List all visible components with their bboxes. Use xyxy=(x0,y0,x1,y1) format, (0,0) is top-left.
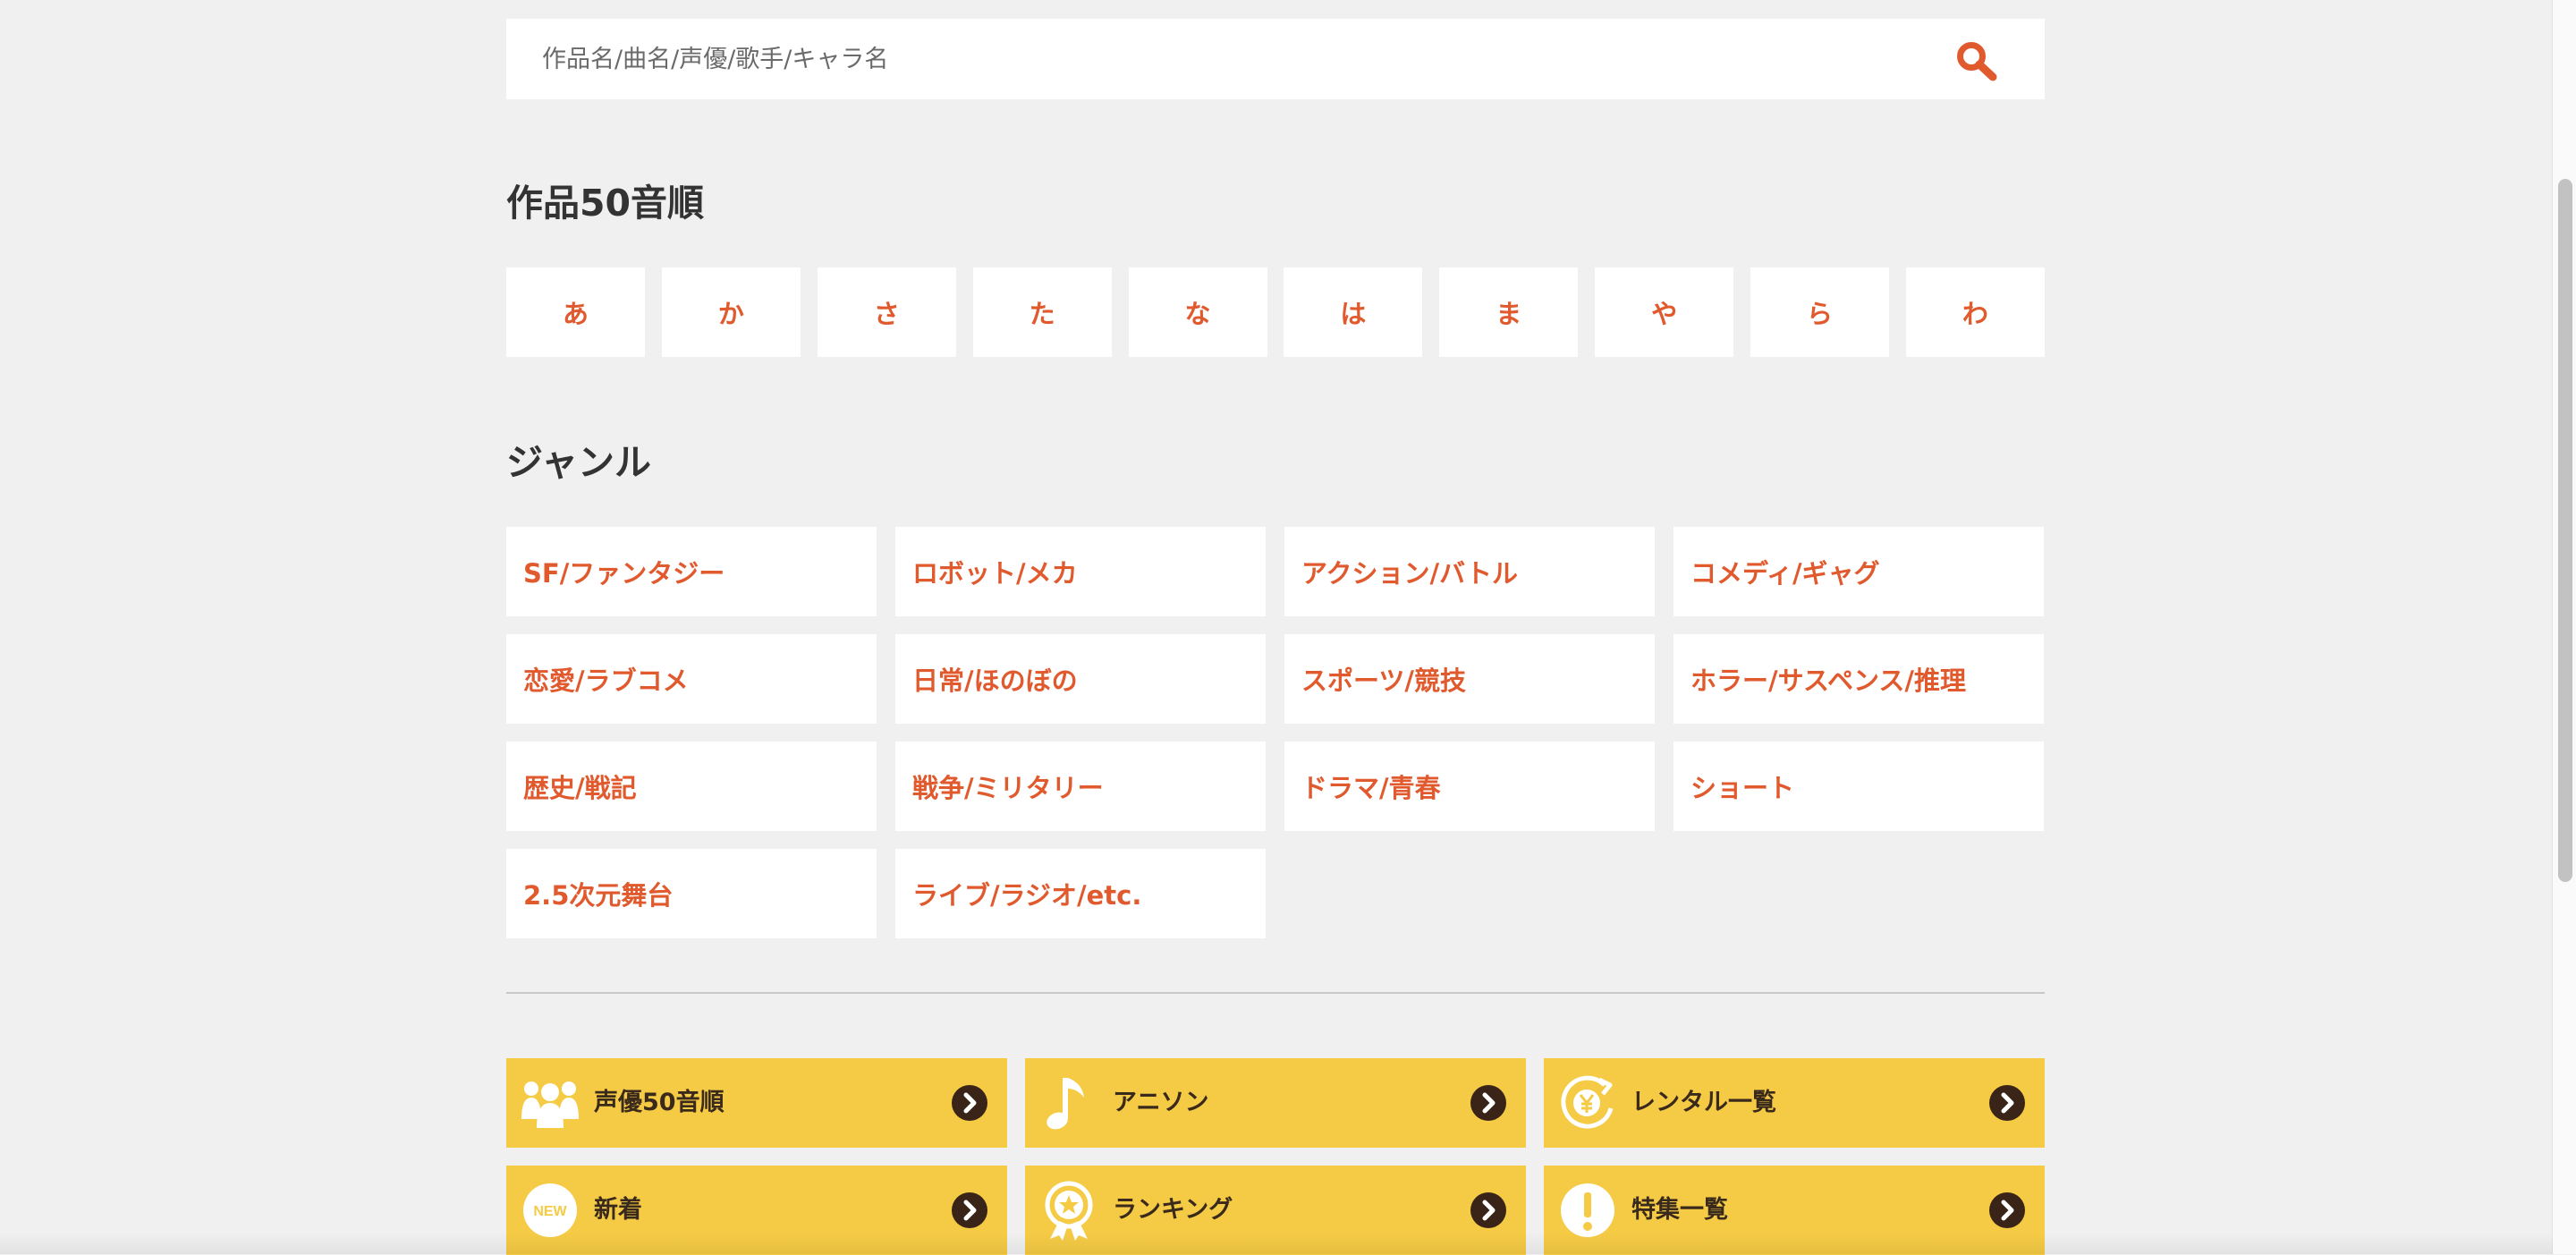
genre-button[interactable]: 戦争/ミリタリー xyxy=(895,742,1266,831)
feature-label: レンタル一覧 xyxy=(1631,1089,1776,1116)
chevron-right-icon xyxy=(952,1085,987,1121)
search-box xyxy=(506,19,2045,99)
genre-button[interactable]: アクション/バトル xyxy=(1284,527,1655,616)
section-divider xyxy=(506,992,2045,994)
genre-button[interactable]: ホラー/サスペンス/推理 xyxy=(1674,634,2044,724)
ranking-medal-icon xyxy=(1045,1181,1093,1241)
genre-button[interactable]: 日常/ほのぼの xyxy=(895,634,1266,724)
rental-list-link[interactable]: レンタル一覧 xyxy=(1544,1058,2045,1148)
genre-grid: SF/ファンタジー ロボット/メカ アクション/バトル コメディ/ギャグ 恋愛/… xyxy=(506,527,2045,938)
feature-label: アニソン xyxy=(1113,1089,1209,1116)
anison-link[interactable]: アニソン xyxy=(1025,1058,1526,1148)
feature-label: 声優50音順 xyxy=(594,1089,724,1116)
genre-button[interactable]: スポーツ/競技 xyxy=(1284,634,1655,724)
voice-actors-icon xyxy=(521,1081,579,1128)
genre-button[interactable]: 恋愛/ラブコメ xyxy=(506,634,877,724)
feature-label: ランキング xyxy=(1113,1196,1233,1224)
kana-button[interactable]: わ xyxy=(1905,267,2045,357)
kana-button[interactable]: あ xyxy=(506,267,645,357)
kana-section-title: 作品50音順 xyxy=(506,182,705,225)
genre-button[interactable]: 2.5次元舞台 xyxy=(506,849,877,938)
svg-text:NEW: NEW xyxy=(533,1204,567,1219)
genre-button[interactable]: ライブ/ラジオ/etc. xyxy=(895,849,1266,938)
kana-button[interactable]: ま xyxy=(1439,267,1579,357)
chevron-right-icon xyxy=(1470,1085,1506,1121)
exclamation-icon xyxy=(1561,1183,1614,1237)
kana-button[interactable]: な xyxy=(1128,267,1267,357)
new-badge-icon: NEW xyxy=(523,1183,577,1237)
music-note-icon xyxy=(1046,1078,1084,1130)
genre-button[interactable]: ショート xyxy=(1674,742,2044,831)
kana-button[interactable]: さ xyxy=(817,267,956,357)
genre-button[interactable]: コメディ/ギャグ xyxy=(1674,527,2044,616)
genre-button[interactable]: ロボット/メカ xyxy=(895,527,1266,616)
genre-button[interactable]: ドラマ/青春 xyxy=(1284,742,1655,831)
genre-button[interactable]: SF/ファンタジー xyxy=(506,527,877,616)
scrollbar-thumb[interactable] xyxy=(2558,179,2572,882)
scrollbar-track[interactable] xyxy=(2552,0,2576,1254)
feature-label: 新着 xyxy=(594,1196,642,1224)
kana-button[interactable]: は xyxy=(1284,267,1423,357)
search-icon[interactable] xyxy=(1955,40,1998,81)
feature-links: 声優50音順 アニソン レンタル一覧 NEW 新着 ランキング 特集一覧 xyxy=(506,1058,2045,1255)
genre-button[interactable]: 歴史/戦記 xyxy=(506,742,877,831)
kana-button[interactable]: た xyxy=(972,267,1112,357)
kana-button[interactable]: か xyxy=(661,267,801,357)
chevron-right-icon xyxy=(952,1192,987,1228)
new-arrivals-link[interactable]: NEW 新着 xyxy=(506,1166,1007,1255)
chevron-right-icon xyxy=(1470,1192,1506,1228)
genre-section-title: ジャンル xyxy=(506,441,651,484)
kana-button[interactable]: ら xyxy=(1750,267,1889,357)
chevron-right-icon xyxy=(1989,1085,2025,1121)
search-input[interactable] xyxy=(542,19,1884,99)
voice-actors-link[interactable]: 声優50音順 xyxy=(506,1058,1007,1148)
feature-label: 特集一覧 xyxy=(1631,1196,1728,1224)
kana-button[interactable]: や xyxy=(1595,267,1734,357)
chevron-right-icon xyxy=(1989,1192,2025,1228)
features-list-link[interactable]: 特集一覧 xyxy=(1544,1166,2045,1255)
rental-yen-icon xyxy=(1561,1075,1614,1129)
kana-index: あ か さ た な は ま や ら わ xyxy=(506,267,2045,357)
ranking-link[interactable]: ランキング xyxy=(1025,1166,1526,1255)
